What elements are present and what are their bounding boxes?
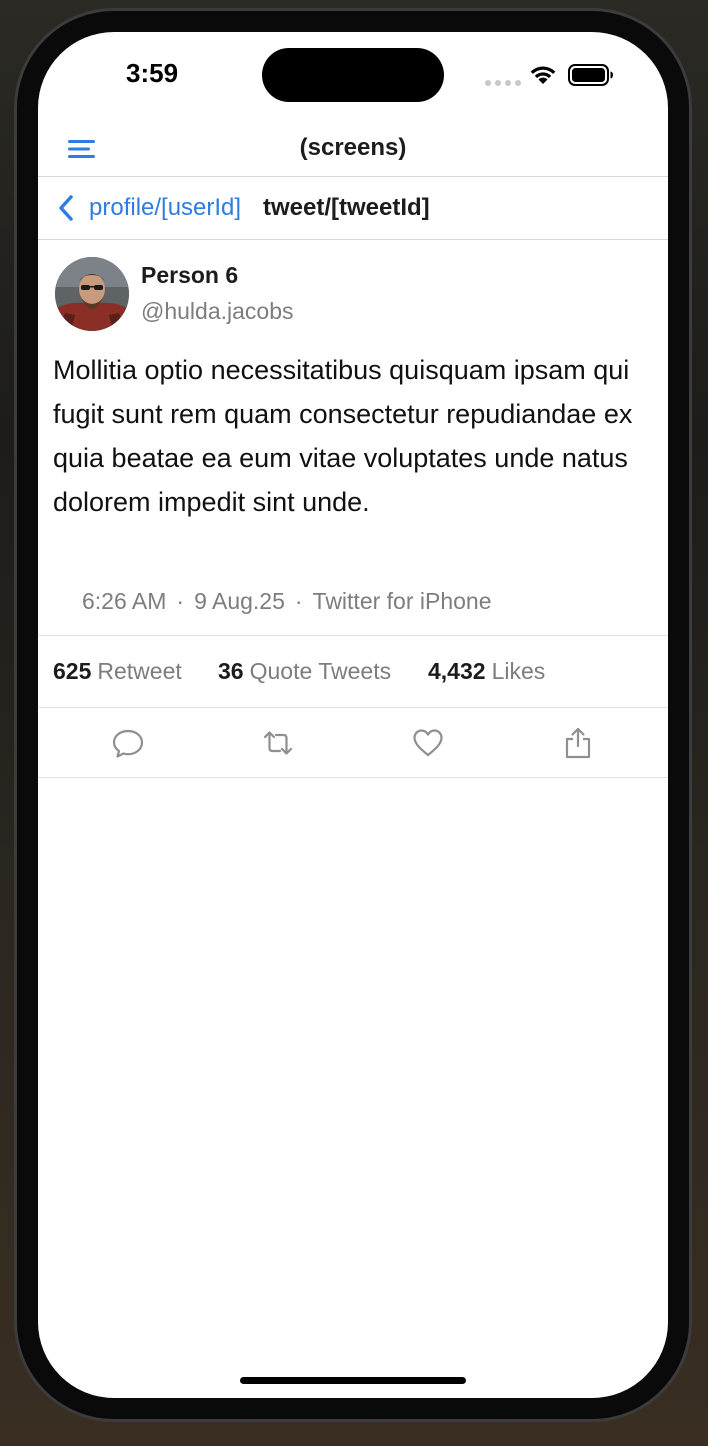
likes-count[interactable]: 4,432 Likes (428, 658, 545, 685)
navigation-header: (screens) (38, 122, 668, 177)
tweet-stats: 625 Retweet 36 Quote Tweets 4,432 Likes (38, 635, 668, 708)
home-indicator[interactable] (240, 1377, 466, 1384)
page-title: tweet/[tweetId] (263, 194, 430, 221)
navigation-title: (screens) (299, 134, 407, 161)
tweet-text: Mollitia optio necessitatibus quisquam i… (53, 355, 633, 517)
wifi-icon (530, 66, 556, 84)
status-time: 3:59 (126, 58, 179, 88)
quote-count-label: Quote Tweets (249, 658, 392, 684)
breadcrumb: profile/[userId] tweet/[tweetId] (38, 177, 668, 240)
chevron-left-icon[interactable] (56, 194, 76, 222)
tweet-meta: 6:26 AM · 9 Aug.25 · Twitter for iPhone (82, 588, 492, 615)
comment-icon[interactable] (111, 726, 145, 760)
likes-count-label: Likes (491, 658, 546, 684)
avatar[interactable] (55, 257, 129, 331)
avatar-image (55, 257, 129, 331)
phone-screen: 3:59 (screens) profile/[userId] tweet/[t… (38, 32, 668, 1398)
tweet-source: Twitter for iPhone (312, 588, 492, 614)
cellular-signal-icon (485, 80, 521, 86)
quote-count-value: 36 (218, 658, 244, 684)
back-button[interactable]: profile/[userId] (89, 194, 241, 222)
dynamic-island (262, 48, 444, 102)
retweet-count[interactable]: 625 Retweet (53, 658, 182, 685)
quote-tweets-count[interactable]: 36 Quote Tweets (218, 658, 391, 685)
tweet-time: 6:26 AM (82, 588, 167, 614)
author-handle[interactable]: @hulda.jacobs (141, 298, 294, 325)
heart-icon[interactable] (411, 726, 445, 760)
battery-icon (568, 64, 613, 86)
status-bar: 3:59 (38, 32, 668, 122)
retweet-count-value: 625 (53, 658, 92, 684)
likes-count-value: 4,432 (428, 658, 486, 684)
tweet-date: 9 Aug.25 (194, 588, 285, 614)
retweet-icon[interactable] (261, 726, 295, 760)
retweet-count-label: Retweet (97, 658, 182, 684)
tweet-actions (38, 707, 668, 778)
author-name[interactable]: Person 6 (141, 262, 238, 289)
meta-separator: · (294, 588, 303, 614)
share-icon[interactable] (561, 726, 595, 760)
meta-separator: · (176, 588, 185, 614)
